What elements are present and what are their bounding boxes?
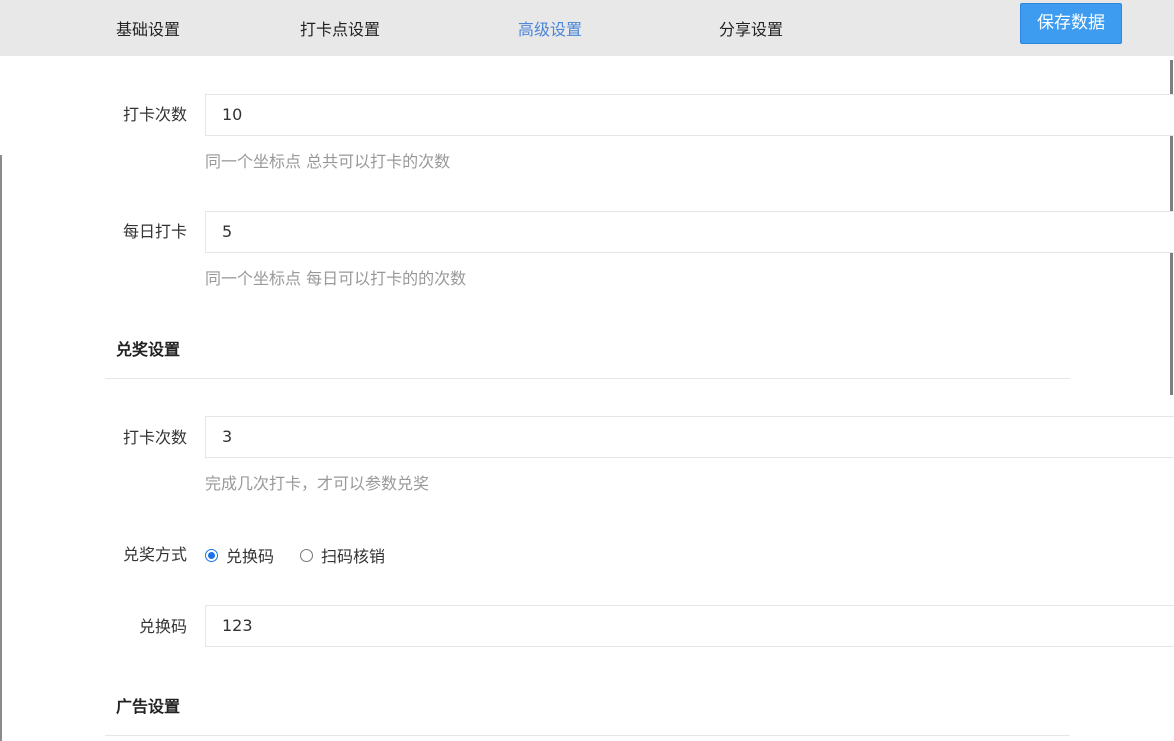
prize-checkin-times-hint: 完成几次打卡，才可以参数兑奖 bbox=[205, 474, 430, 493]
checkin-times-hint: 同一个坐标点 总共可以打卡的次数 bbox=[205, 152, 451, 171]
prize-section-divider bbox=[105, 378, 1070, 379]
tab-checkin-point-settings[interactable]: 打卡点设置 bbox=[300, 18, 380, 42]
ad-section-divider bbox=[105, 735, 1070, 736]
tab-share-settings[interactable]: 分享设置 bbox=[719, 18, 783, 42]
daily-checkin-label: 每日打卡 bbox=[122, 222, 187, 241]
tab-advanced-settings[interactable]: 高级设置 bbox=[518, 18, 582, 42]
prize-method-label: 兑奖方式 bbox=[122, 545, 187, 564]
ad-settings-title: 广告设置 bbox=[116, 697, 181, 716]
radio-checked-icon[interactable] bbox=[205, 548, 218, 562]
radio-scan-verify-label: 扫码核销 bbox=[321, 547, 386, 566]
daily-checkin-input[interactable]: 5 bbox=[205, 211, 1174, 253]
prize-settings-title: 兑奖设置 bbox=[116, 340, 181, 359]
redeem-code-label: 兑换码 bbox=[138, 617, 187, 636]
redeem-code-input[interactable]: 123 bbox=[205, 605, 1174, 647]
radio-redeem-code-label: 兑换码 bbox=[226, 547, 275, 566]
tab-basic-settings[interactable]: 基础设置 bbox=[116, 18, 180, 42]
prize-checkin-times-input[interactable]: 3 bbox=[205, 416, 1174, 458]
save-data-button[interactable]: 保存数据 bbox=[1020, 3, 1122, 44]
radio-scan-verify[interactable]: 扫码核销 bbox=[300, 543, 385, 567]
radio-redeem-code[interactable]: 兑换码 bbox=[205, 543, 274, 567]
top-nav-bar: 基础设置 打卡点设置 高级设置 分享设置 保存数据 bbox=[0, 0, 1174, 56]
radio-unchecked-icon[interactable] bbox=[300, 548, 313, 562]
prize-checkin-times-label: 打卡次数 bbox=[122, 428, 187, 447]
checkin-times-label: 打卡次数 bbox=[122, 105, 187, 124]
daily-checkin-hint: 同一个坐标点 每日可以打卡的的次数 bbox=[205, 269, 467, 288]
left-divider bbox=[0, 155, 2, 741]
checkin-times-input[interactable]: 10 bbox=[205, 94, 1174, 136]
